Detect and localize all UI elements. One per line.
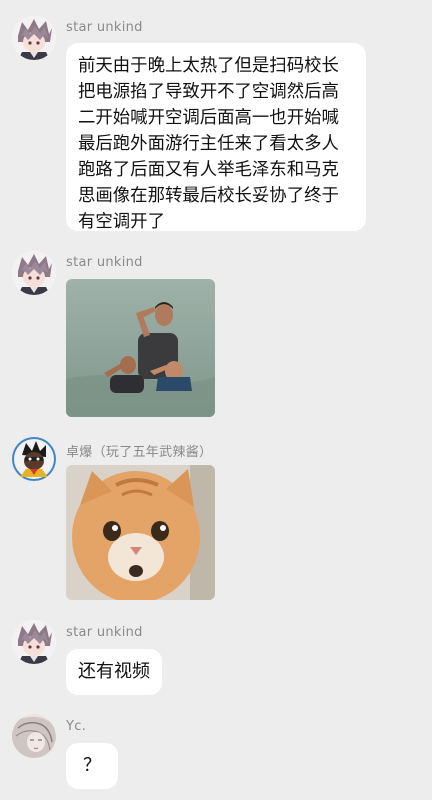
sender-name: star unkind — [66, 625, 143, 640]
message-bubble[interactable]: 还有视频 — [66, 649, 162, 695]
anime-character-avatar[interactable] — [12, 251, 56, 295]
sender-name: 卓爆（玩了五年武辣酱） — [66, 445, 213, 460]
sketch-portrait-avatar[interactable] — [12, 714, 56, 758]
sender-name: Yc. — [66, 719, 87, 734]
sender-name: star unkind — [66, 20, 143, 35]
orange-cat-face-photo[interactable] — [66, 465, 215, 600]
message-bubble[interactable]: ？ — [66, 743, 118, 789]
message-bubble[interactable]: 前天由于晚上太热了但是扫码校长把电源掐了导致开不了空调然后高二开始喊开空调后面高… — [66, 43, 366, 232]
anime-character-avatar[interactable] — [12, 620, 56, 664]
anime-character-avatar[interactable] — [12, 16, 56, 60]
men-saluting-in-water-photo[interactable] — [66, 279, 215, 417]
cartoon-character-avatar[interactable] — [12, 437, 56, 481]
sender-name: star unkind — [66, 255, 143, 270]
